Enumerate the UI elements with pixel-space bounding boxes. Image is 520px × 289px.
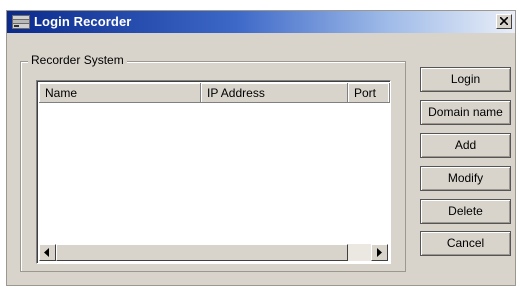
scroll-left-button[interactable] bbox=[39, 244, 56, 261]
login-button[interactable]: Login bbox=[420, 67, 511, 92]
horizontal-scrollbar[interactable] bbox=[39, 244, 388, 261]
list-header: Name IP Address Port bbox=[39, 83, 390, 103]
title-bar[interactable]: Login Recorder bbox=[7, 11, 515, 33]
group-label: Recorder System bbox=[28, 53, 127, 67]
close-button[interactable] bbox=[496, 14, 512, 29]
scroll-thumb[interactable] bbox=[56, 244, 348, 261]
domain-name-button[interactable]: Domain name bbox=[420, 100, 511, 125]
recorder-list[interactable]: Name IP Address Port bbox=[36, 80, 391, 264]
scroll-right-button[interactable] bbox=[371, 244, 388, 261]
delete-button[interactable]: Delete bbox=[420, 199, 511, 224]
close-icon bbox=[500, 17, 508, 25]
column-header-port[interactable]: Port bbox=[348, 83, 390, 103]
window-title: Login Recorder bbox=[34, 14, 132, 29]
column-header-ip-address[interactable]: IP Address bbox=[201, 83, 348, 103]
modify-button[interactable]: Modify bbox=[420, 166, 511, 191]
recorder-icon bbox=[12, 15, 30, 29]
add-button[interactable]: Add bbox=[420, 133, 511, 158]
arrow-left-icon bbox=[44, 248, 49, 257]
column-header-name[interactable]: Name bbox=[39, 83, 201, 103]
arrow-right-icon bbox=[377, 248, 382, 257]
login-recorder-dialog: Login Recorder Recorder System Name IP A… bbox=[6, 10, 516, 286]
cancel-button[interactable]: Cancel bbox=[420, 231, 511, 256]
